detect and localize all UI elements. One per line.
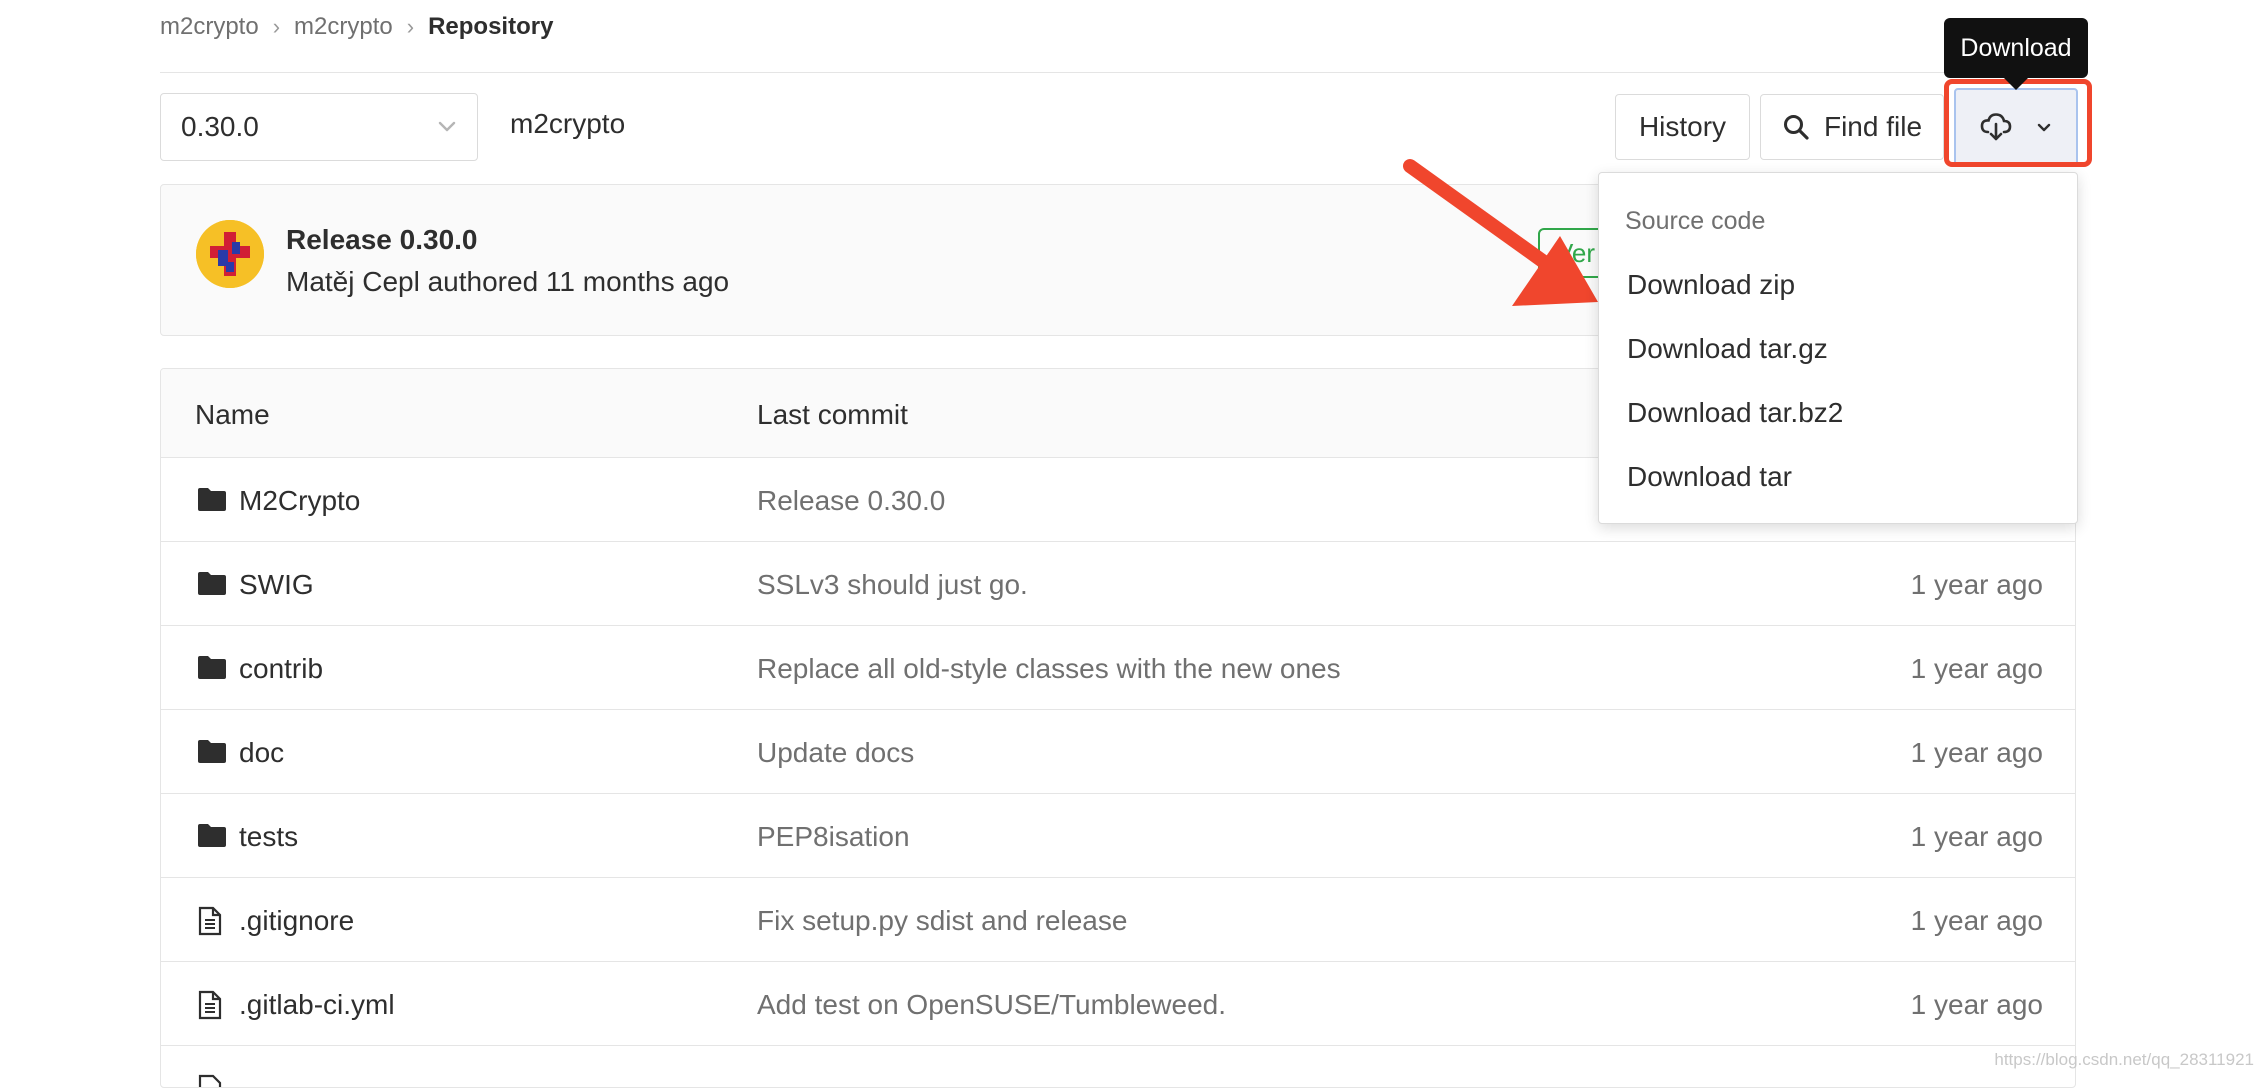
find-file-button-label: Find file — [1823, 111, 1923, 142]
download-dropdown-menu: Source code Download zip Download tar.gz… — [1598, 172, 2078, 524]
breadcrumb-separator-icon: › — [406, 14, 415, 39]
column-header-name: Name — [195, 399, 270, 430]
branch-select-value: 0.30.0 — [181, 111, 259, 142]
file-name-link[interactable]: tests — [239, 821, 298, 853]
annotation-arrow-icon — [1403, 159, 1598, 306]
history-button-label: History — [1638, 111, 1727, 142]
commit-message-link[interactable]: Update docs — [757, 737, 914, 769]
breadcrumb-current[interactable]: Repository — [428, 13, 553, 41]
folder-icon — [198, 824, 226, 847]
table-row[interactable]: .gitignore Fix setup.py sdist and releas… — [161, 878, 2075, 962]
file-name-link[interactable]: .gitignore — [239, 905, 354, 937]
commit-message-link[interactable]: SSLv3 should just go. — [757, 569, 1028, 601]
branch-select[interactable]: 0.30.0 — [160, 93, 478, 161]
menu-item-label: Download zip — [1627, 269, 1796, 300]
menu-item-label: Download tar.gz — [1627, 333, 1828, 364]
avatar[interactable] — [196, 220, 264, 288]
folder-icon — [198, 572, 226, 595]
breadcrumb: m2crypto › m2crypto › Repository — [160, 12, 553, 42]
table-row[interactable] — [161, 1046, 2075, 1087]
file-name-link[interactable]: doc — [239, 737, 284, 769]
file-name-link[interactable]: SWIG — [239, 569, 314, 601]
search-icon — [1783, 115, 1809, 140]
download-tooltip-text: Download — [1960, 33, 2072, 62]
breadcrumb-separator-icon: › — [272, 14, 281, 39]
commit-date: 1 year ago — [1910, 989, 2043, 1020]
download-tar-gz-item[interactable]: Download tar.gz — [1599, 319, 2077, 379]
find-file-button[interactable]: Find file — [1760, 94, 1944, 160]
commit-date: 1 year ago — [1910, 653, 2043, 684]
folder-icon — [198, 740, 226, 763]
commit-date: 1 year ago — [1910, 905, 2043, 936]
table-row[interactable]: doc Update docs 1 year ago — [161, 710, 2075, 794]
breadcrumb-item-namespace[interactable]: m2crypto — [160, 13, 259, 41]
commit-message-link[interactable]: Replace all old-style classes with the n… — [757, 653, 1341, 685]
commit-message-link[interactable]: Add test on OpenSUSE/Tumbleweed. — [757, 989, 1226, 1021]
download-zip-item[interactable]: Download zip — [1599, 255, 2077, 315]
menu-item-label: Download tar — [1627, 461, 1792, 492]
commit-date: 1 year ago — [1910, 821, 2043, 852]
tooltip-arrow — [2004, 78, 2028, 90]
file-icon — [198, 990, 222, 1020]
file-name-link[interactable]: M2Crypto — [239, 485, 360, 517]
table-row[interactable]: contrib Replace all old-style classes wi… — [161, 626, 2075, 710]
table-row[interactable]: .gitlab-ci.yml Add test on OpenSUSE/Tumb… — [161, 962, 2075, 1046]
commit-author-meta: Matěj Cepl authored 11 months ago — [286, 266, 730, 297]
table-row[interactable]: tests PEP8isation 1 year ago — [161, 794, 2075, 878]
download-tooltip: Download — [1944, 18, 2088, 78]
repo-path[interactable]: m2crypto — [510, 108, 625, 140]
commit-message-link[interactable]: PEP8isation — [757, 821, 910, 853]
annotation-highlight-box — [1944, 79, 2092, 167]
divider — [160, 72, 2076, 73]
commit-date: 1 year ago — [1910, 569, 2043, 600]
commit-message-link[interactable]: Fix setup.py sdist and release — [757, 905, 1127, 937]
avatar-identicon — [196, 220, 264, 288]
breadcrumb-item-project[interactable]: m2crypto — [294, 13, 393, 41]
commit-title[interactable]: Release 0.30.0 — [286, 224, 478, 256]
commit-date: 1 year ago — [1910, 737, 2043, 768]
column-header-last-commit: Last commit — [757, 399, 908, 430]
commit-message-link[interactable]: Release 0.30.0 — [757, 485, 945, 517]
download-tar-bz2-item[interactable]: Download tar.bz2 — [1599, 383, 2077, 443]
history-button[interactable]: History — [1615, 94, 1750, 160]
file-icon — [198, 1074, 222, 1087]
menu-item-label: Download tar.bz2 — [1627, 397, 1844, 428]
folder-icon — [198, 656, 226, 679]
file-name-link[interactable]: .gitlab-ci.yml — [239, 989, 395, 1021]
file-icon — [198, 906, 222, 936]
watermark: https://blog.csdn.net/qq_28311921 — [1994, 1050, 2254, 1069]
folder-icon — [198, 488, 226, 511]
download-tar-item[interactable]: Download tar — [1599, 447, 2077, 507]
chevron-down-icon — [438, 121, 456, 132]
file-name-link[interactable]: contrib — [239, 653, 323, 685]
dropdown-section-header: Source code — [1625, 207, 1766, 235]
table-row[interactable]: SWIG SSLv3 should just go. 1 year ago — [161, 542, 2075, 626]
